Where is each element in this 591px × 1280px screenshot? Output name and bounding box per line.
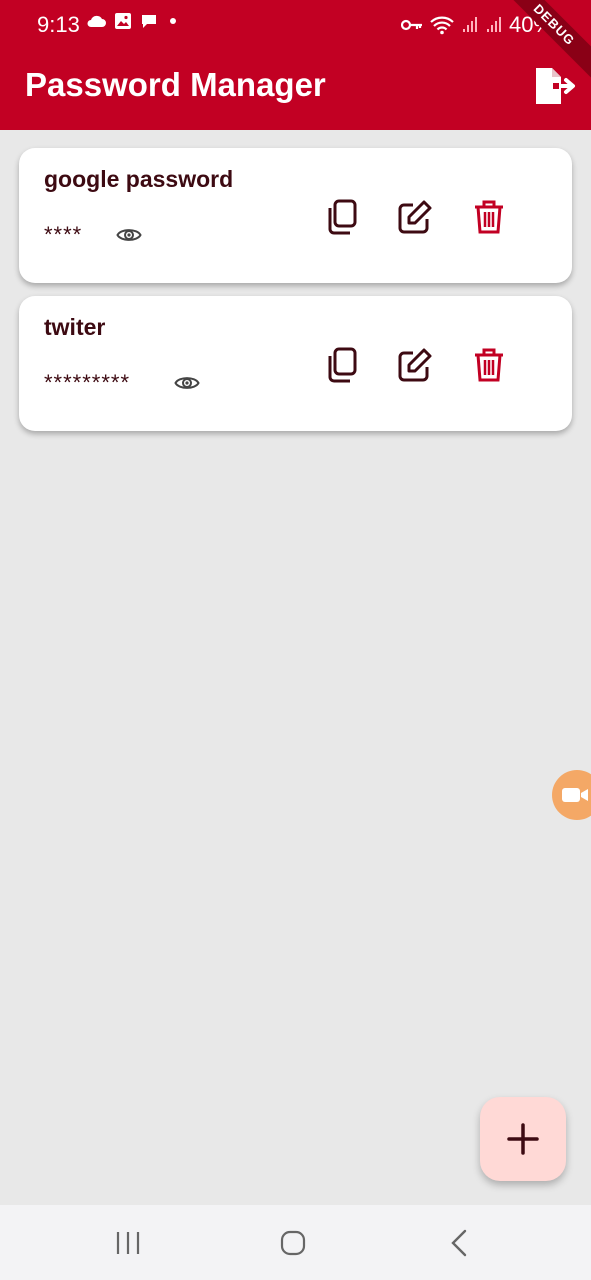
delete-button[interactable]: [468, 196, 510, 238]
key-icon: [400, 19, 422, 31]
masked-password: *********: [44, 370, 131, 395]
eye-icon: [116, 229, 142, 241]
copy-icon: [328, 199, 357, 235]
edit-button[interactable]: [394, 196, 436, 238]
app-bar: 9:13 40% DEBUG Password Manager: [0, 0, 591, 130]
delete-button[interactable]: [468, 344, 510, 386]
status-bar: 9:13 40% DEBUG: [0, 0, 591, 79]
password-card: google password ****: [19, 148, 572, 283]
page-title: Password Manager: [25, 66, 326, 103]
image-icon: [115, 13, 131, 29]
signal-icon-2: [486, 17, 501, 32]
wifi-icon: [430, 16, 454, 35]
copy-button[interactable]: [321, 344, 363, 386]
logout-icon: [536, 68, 575, 104]
recent-apps-icon: [116, 1232, 140, 1254]
plus-icon: [507, 1123, 539, 1155]
cloud-icon: [87, 15, 106, 27]
back-button[interactable]: [444, 1227, 474, 1259]
copy-icon: [328, 347, 357, 383]
trash-icon: [475, 348, 503, 382]
status-time: 9:13: [37, 12, 80, 37]
masked-password: ****: [44, 222, 83, 247]
edit-icon: [398, 200, 432, 234]
reveal-password-button[interactable]: [172, 368, 202, 398]
password-title: twiter: [44, 314, 106, 340]
back-icon: [451, 1229, 467, 1257]
logout-button[interactable]: [530, 64, 582, 108]
edit-icon: [398, 348, 432, 382]
reveal-password-button[interactable]: [114, 220, 144, 250]
add-password-button[interactable]: [480, 1097, 566, 1181]
home-icon: [280, 1230, 306, 1256]
video-camera-icon: [562, 788, 588, 802]
system-nav-bar: [0, 1205, 591, 1280]
screen-recorder-bubble[interactable]: [552, 770, 591, 820]
eye-icon: [174, 377, 200, 389]
recent-apps-button[interactable]: [110, 1227, 146, 1259]
signal-icon: [462, 17, 477, 32]
home-button[interactable]: [276, 1227, 310, 1259]
edit-button[interactable]: [394, 344, 436, 386]
copy-button[interactable]: [321, 196, 363, 238]
password-card: twiter *********: [19, 296, 572, 431]
password-title: google password: [44, 166, 234, 192]
trash-icon: [475, 200, 503, 234]
dot-icon: [170, 18, 176, 24]
status-notification-icons: [86, 12, 180, 30]
chat-icon: [142, 15, 156, 28]
